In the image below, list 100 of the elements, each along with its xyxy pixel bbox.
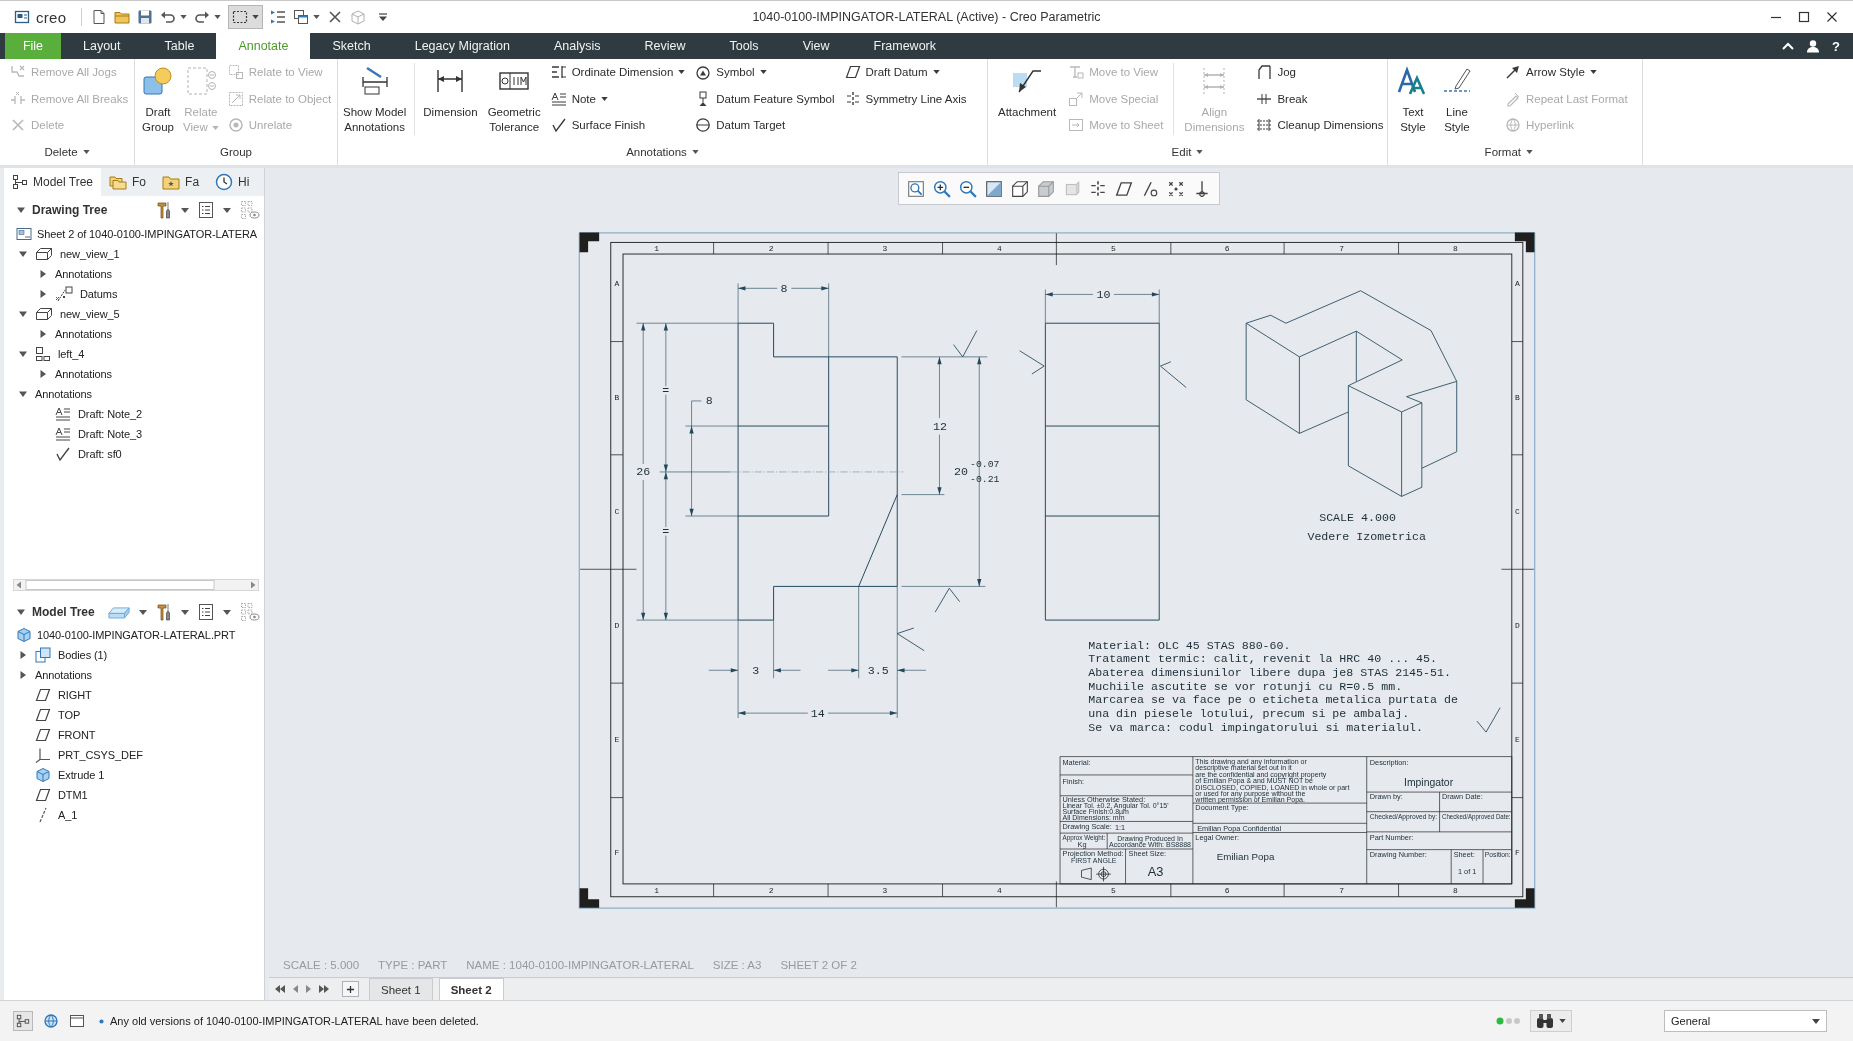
axes-dot-icon[interactable] (1193, 179, 1211, 198)
window-icon[interactable] (14, 9, 30, 25)
tree-toggle-button[interactable] (13, 1011, 33, 1031)
menu-tab[interactable]: Annotate (216, 33, 311, 59)
tree-item[interactable]: Annotations (35, 388, 92, 400)
close-icon[interactable] (1826, 11, 1838, 23)
ribbon-button[interactable]: Arrow Style (1503, 59, 1630, 86)
globe-arrow-icon[interactable] (43, 1013, 59, 1029)
tree-item[interactable]: TOP (35, 707, 81, 723)
ribbon-button[interactable]: Symmetry Line Axis (842, 85, 969, 112)
document-icon[interactable] (91, 9, 108, 25)
group-menu-button[interactable]: Edit (1169, 146, 1206, 158)
tree-item[interactable]: Draft: Note_2 (55, 406, 143, 422)
ribbon-button[interactable]: Jog (1254, 59, 1386, 86)
sheet-tab[interactable]: Sheet 1 (369, 978, 433, 1000)
ribbon-button[interactable]: Draft Group (140, 59, 176, 135)
tree-item[interactable]: Annotations (55, 368, 112, 380)
menu-tab[interactable]: Layout (61, 33, 143, 59)
ribbon-button[interactable]: Cleanup Dimensions (1254, 112, 1386, 139)
ribbon-button[interactable]: Surface Finish (548, 112, 688, 139)
slash-circle-icon[interactable] (1141, 179, 1159, 198)
triangle-down-icon[interactable] (16, 205, 26, 215)
add-sheet-button[interactable] (342, 981, 359, 997)
triangle-down-icon[interactable] (18, 249, 28, 259)
ribbon-button[interactable]: Line Style (1439, 59, 1475, 135)
tree-item[interactable]: new_view_5 (35, 307, 120, 321)
panel-tab[interactable]: Hi (207, 168, 258, 196)
windows-icon[interactable] (293, 9, 310, 25)
menu-tab[interactable]: Tools (707, 33, 781, 59)
caret-icon[interactable] (181, 609, 189, 615)
caret-icon[interactable] (181, 207, 189, 213)
ribbon-button[interactable]: Dimension (421, 59, 480, 120)
wire-cube-icon[interactable] (1011, 179, 1029, 198)
person-icon[interactable] (1806, 39, 1821, 53)
caret-icon[interactable] (180, 15, 188, 19)
menu-tab[interactable]: Analysis (531, 33, 623, 59)
triangle-right-icon[interactable] (38, 329, 48, 339)
list-icon[interactable] (198, 603, 214, 621)
tree-item[interactable]: 1040-0100-IMPINGATOR-LATERAL.PRT (16, 627, 236, 643)
double-left-arrow-icon[interactable] (274, 984, 286, 994)
ribbon-button[interactable]: Datum Feature Symbol (693, 85, 837, 112)
square-diagonal-icon[interactable] (985, 179, 1003, 198)
help-button[interactable]: ? (1832, 38, 1840, 54)
tree-item[interactable]: new_view_1 (35, 247, 120, 261)
tree-item[interactable]: Annotations (35, 669, 92, 681)
menu-tab[interactable]: Framework (851, 33, 958, 59)
display-filter-dropdown[interactable]: General (1664, 1010, 1827, 1032)
list-icon[interactable] (198, 201, 214, 219)
menu-tab[interactable]: View (780, 33, 852, 59)
window-frame-icon[interactable] (69, 1013, 85, 1029)
triangle-right-icon[interactable] (18, 650, 28, 660)
ribbon-button[interactable]: Datum Target (693, 112, 837, 139)
ribbon-button[interactable]: Attachment (996, 59, 1059, 120)
caret-icon[interactable] (139, 609, 147, 615)
menu-tab[interactable]: Sketch (310, 33, 393, 59)
parallelogram-icon[interactable] (1115, 179, 1133, 198)
tree-item[interactable]: A_1 (35, 807, 78, 823)
caret-icon[interactable] (214, 15, 222, 19)
select-box-button[interactable] (228, 5, 264, 29)
tree-item[interactable]: Datums (55, 286, 118, 302)
tree-item[interactable]: DTM1 (35, 787, 88, 803)
caret-icon[interactable] (313, 15, 321, 19)
ribbon-button[interactable]: Geometric Tolerance (485, 59, 543, 135)
triangle-right-icon[interactable] (38, 369, 48, 379)
cross-icon[interactable] (327, 9, 344, 25)
tree-item[interactable]: Annotations (55, 268, 112, 280)
save-icon[interactable] (137, 9, 154, 25)
chevron-up-icon[interactable] (1782, 42, 1795, 50)
caret-icon[interactable] (223, 609, 231, 615)
undo-icon[interactable] (160, 9, 177, 25)
group-menu-button[interactable]: Format (1482, 146, 1536, 158)
triangle-right-icon[interactable] (38, 289, 48, 299)
ribbon-button[interactable]: Draft Datum (842, 59, 969, 86)
tree-item[interactable]: Draft: sf0 (55, 446, 122, 462)
ribbon-button[interactable]: Text Style (1395, 59, 1431, 135)
ribbon-button[interactable]: Break (1254, 85, 1386, 112)
customize-caret-icon[interactable] (379, 13, 388, 21)
panel-tab[interactable]: Model Tree (4, 168, 102, 196)
zoom-in-icon[interactable] (933, 179, 951, 198)
ribbon-button[interactable]: Show Model Annotations (341, 59, 409, 135)
find-button[interactable] (1530, 1010, 1572, 1032)
ribbon-button[interactable]: Symbol (693, 59, 837, 86)
right-arrow-icon[interactable] (305, 984, 312, 994)
ribbon-button[interactable]: Note (548, 85, 688, 112)
menu-tab[interactable]: Table (142, 33, 217, 59)
triangle-right-icon[interactable] (38, 269, 48, 279)
horizontal-scrollbar[interactable] (13, 579, 259, 591)
tree-item[interactable]: Draft: Note_3 (55, 426, 143, 442)
group-menu-button[interactable]: Delete (42, 146, 92, 158)
cross-marks-icon[interactable] (1167, 179, 1185, 198)
menu-tab[interactable]: Legacy Migration (392, 33, 532, 59)
tree-item[interactable]: Bodies (1) (35, 647, 108, 663)
tools-icon[interactable] (156, 201, 172, 219)
menu-tab[interactable]: Review (622, 33, 708, 59)
sheet-tab[interactable]: Sheet 2 (438, 978, 504, 1000)
tree-item[interactable]: RIGHT (35, 687, 92, 703)
triangle-down-icon[interactable] (18, 309, 28, 319)
tools-icon[interactable] (156, 603, 172, 621)
left-arrow-icon[interactable] (292, 984, 299, 994)
panel-tab[interactable]: Fo (101, 168, 155, 196)
